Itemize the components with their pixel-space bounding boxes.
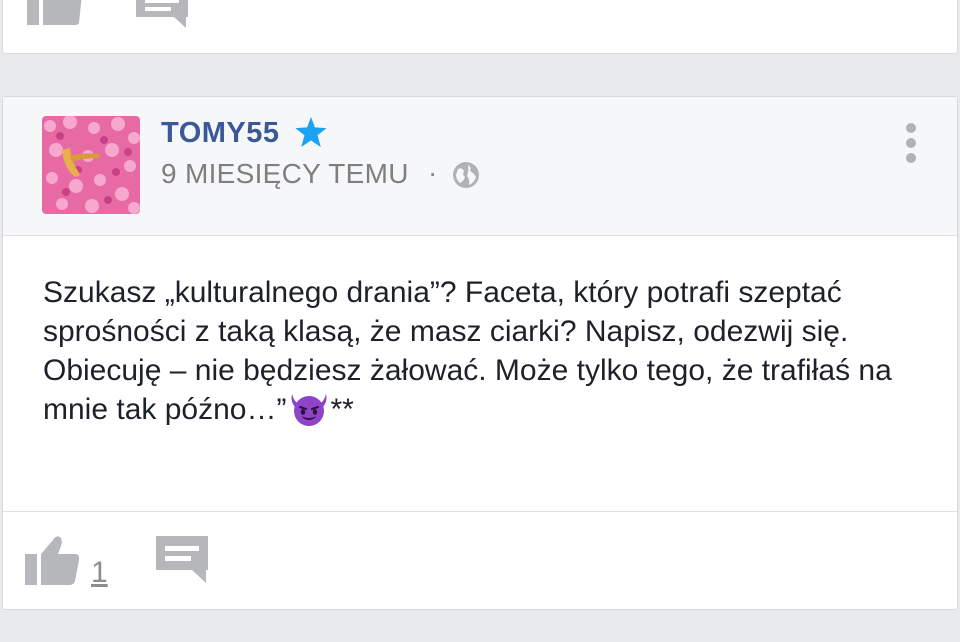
vertical-dots-icon[interactable] bbox=[901, 123, 921, 167]
comment-icon[interactable] bbox=[156, 536, 208, 584]
comment-icon[interactable] bbox=[136, 0, 188, 29]
post-card: TOMY55 9 MIESIĘCY TEMU · Szukasz „kultur… bbox=[2, 96, 958, 610]
thumbs-up-icon[interactable] bbox=[23, 534, 81, 586]
timestamp[interactable]: 9 MIESIĘCY TEMU bbox=[161, 158, 409, 190]
smiling-devil-emoji-icon bbox=[288, 392, 330, 436]
avatar[interactable] bbox=[42, 116, 140, 214]
post-text-tail: ** bbox=[330, 393, 354, 426]
author-name[interactable]: TOMY55 bbox=[161, 117, 280, 150]
meta-separator: · bbox=[428, 157, 438, 188]
post-header: TOMY55 9 MIESIĘCY TEMU · bbox=[3, 97, 957, 236]
post-text-line-2: Obiecuję – nie będziesz żałować. Może ty… bbox=[43, 354, 892, 426]
star-icon bbox=[295, 117, 327, 152]
post-text: Szukasz „kulturalnego drania”? Faceta, k… bbox=[43, 273, 923, 436]
post-text-paragraph-1: Szukasz „kulturalnego drania”? Faceta, k… bbox=[43, 276, 849, 348]
thumbs-up-icon[interactable] bbox=[25, 0, 83, 27]
previous-post-card bbox=[2, 0, 958, 54]
post-text-paragraph-2: Obiecuję – nie będziesz żałować. Może ty… bbox=[43, 351, 923, 436]
post-actions: 1 bbox=[3, 511, 957, 612]
globe-icon bbox=[452, 161, 480, 194]
like-count[interactable]: 1 bbox=[91, 556, 108, 590]
